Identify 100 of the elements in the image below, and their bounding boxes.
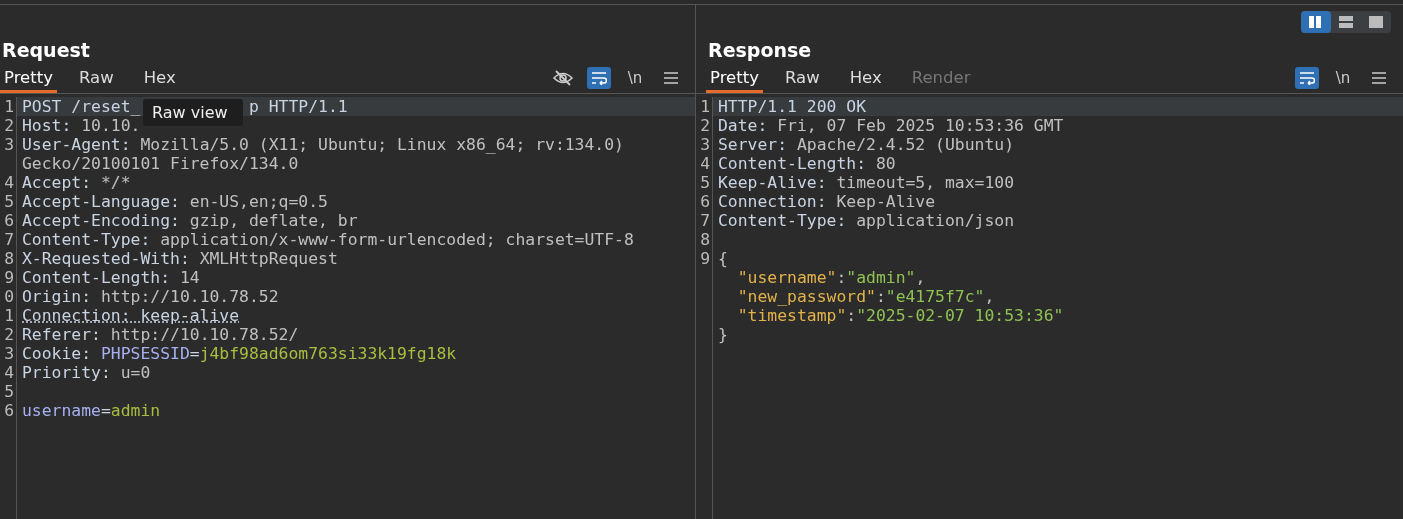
code-text: Gecko/20100101 Firefox/134.0 — [22, 154, 299, 173]
view-tab[interactable]: Raw — [780, 63, 824, 93]
code-text: 10.10. — [80, 116, 141, 135]
code-text: Priority: — [22, 363, 111, 382]
code-text: admin — [110, 401, 161, 420]
code-text: "timestamp" — [737, 306, 847, 325]
line-number: 9 — [700, 249, 710, 268]
code-text: "new_password" — [737, 287, 876, 306]
line-number: 5 — [4, 192, 14, 211]
view-tab[interactable]: Hex — [139, 63, 180, 93]
line-number: 3 — [4, 344, 14, 363]
code-text: "admin" — [846, 268, 916, 287]
code-text: username — [22, 401, 101, 420]
view-tab[interactable]: Hex — [845, 63, 886, 93]
code-text: : — [875, 287, 886, 306]
code-text: Accept: — [22, 173, 92, 192]
line-number: 1 — [700, 97, 710, 116]
wrap-toggle[interactable] — [587, 67, 611, 89]
pane-title: Request — [2, 39, 91, 61]
wrap-toggle[interactable] — [1295, 67, 1319, 89]
line-number: 4 — [700, 154, 710, 173]
code-text: j4bf98ad6om763si33k19fg18k — [199, 344, 457, 363]
line-number: 5 — [4, 382, 14, 401]
code-text: Apache/2.4.52 (Ubuntu) — [795, 135, 1015, 154]
line-number: 7 — [4, 230, 14, 249]
code-text: en-US,en;q=0.5 — [188, 192, 328, 211]
line-number: 4 — [4, 173, 14, 192]
pane-title: Response — [708, 39, 813, 61]
code-text: "username" — [737, 268, 837, 287]
code-text: http://10.10.78.52 — [99, 287, 279, 306]
code-text: "2025-02-07 10:53:36" — [856, 306, 1064, 325]
layout-button[interactable] — [1301, 11, 1331, 33]
newline-toggle[interactable]: \n — [623, 67, 647, 89]
code-text: */* — [99, 173, 131, 192]
line-number: 0 — [4, 287, 14, 306]
code-text: } — [718, 325, 728, 344]
code-text: Fri, 07 Feb 2025 10:53:36 GMT — [776, 116, 1064, 135]
line-number: 5 — [700, 173, 710, 192]
line-number: 4 — [4, 363, 14, 382]
wrap-icon — [1299, 71, 1315, 85]
line-number: 2 — [4, 116, 14, 135]
view-tab[interactable]: Pretty — [0, 63, 57, 93]
code-text: XMLHttpRequest — [198, 249, 338, 268]
line-number: 1 — [4, 97, 14, 116]
line-number: 6 — [4, 211, 14, 230]
code-text: application/json — [855, 211, 1015, 230]
line-number: 6 — [700, 192, 710, 211]
code-text: "e4175f7c" — [885, 287, 985, 306]
code-text: , — [915, 268, 926, 287]
line-number: 8 — [700, 230, 710, 249]
line-number: 2 — [4, 325, 14, 344]
code-text: Date: — [718, 116, 768, 135]
view-tab[interactable]: Raw — [74, 63, 118, 93]
code-text: Mozilla/5.0 (X11; Ubuntu; Linux x86_64; rv:134.0) — [139, 135, 624, 154]
layout-icon — [1309, 16, 1323, 28]
code-text: 80 — [874, 154, 896, 173]
code-text: 14 — [178, 268, 200, 287]
code-text: HTTP/1.1 200 OK — [718, 97, 867, 116]
code-text: application/x-www-form-urlencoded; charset=UTF-8 — [159, 230, 634, 249]
code-text: : — [836, 268, 847, 287]
code-text: Connection: — [718, 192, 827, 211]
line-number: 7 — [700, 211, 710, 230]
line-number: 3 — [700, 135, 710, 154]
code-text: , — [984, 287, 995, 306]
line-number: 3 — [4, 135, 14, 154]
layout-icon — [1369, 16, 1383, 28]
code-text: Accept-Language: — [22, 192, 180, 211]
code-text: gzip, deflate, br — [188, 211, 358, 230]
newline-toggle[interactable]: \n — [1331, 67, 1355, 89]
code-text: POST /reset_ — [22, 97, 141, 116]
line-number: 8 — [4, 249, 14, 268]
code-text: = — [189, 344, 200, 363]
code-text: Content-Type: — [22, 230, 151, 249]
eye-slash-icon — [553, 70, 573, 86]
layout-icon — [1339, 16, 1353, 28]
code-text: Keep-Alive — [835, 192, 936, 211]
code-text: u=0 — [119, 363, 151, 382]
code-text: p HTTP/1.1 — [248, 97, 348, 116]
code-text: User-Agent: — [22, 135, 131, 154]
code-text: : — [846, 306, 857, 325]
code-text: Content-Length: — [718, 154, 867, 173]
wrap-icon — [591, 71, 607, 85]
view-tab[interactable]: Pretty — [706, 63, 763, 93]
code-text: { — [718, 249, 728, 268]
code-text: Content-Type: — [718, 211, 847, 230]
line-number: 1 — [4, 306, 14, 325]
code-text: Origin: — [22, 287, 92, 306]
code-text: Connection: keep-alive — [22, 306, 240, 325]
code-text: X-Requested-With: — [22, 249, 190, 268]
line-number: 2 — [700, 116, 710, 135]
code-text: http://10.10.78.52/ — [109, 325, 299, 344]
code-text: Keep-Alive: — [718, 173, 827, 192]
menu-icon — [1372, 72, 1386, 84]
menu-icon — [664, 72, 678, 84]
code-text: Cookie: — [22, 344, 92, 363]
line-number: 9 — [4, 268, 14, 287]
code-text: Host: — [22, 116, 72, 135]
code-text: Accept-Encoding: — [22, 211, 180, 230]
code-text: PHPSESSID — [100, 344, 190, 363]
tooltip: Raw view — [143, 99, 243, 126]
